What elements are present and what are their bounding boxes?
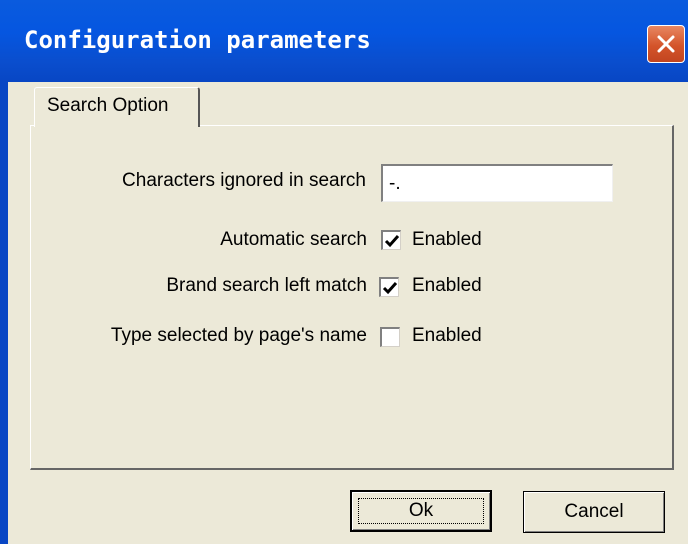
focus-rect [358, 498, 484, 524]
cancel-label: Cancel [564, 501, 624, 522]
ignored-chars-input[interactable] [381, 164, 613, 202]
title-bar[interactable]: Configuration parameters [0, 0, 688, 82]
automatic-search-label: Automatic search [220, 229, 367, 250]
automatic-search-enabled-label[interactable]: Enabled [412, 229, 482, 251]
ignored-chars-label: Characters ignored in search [122, 170, 366, 191]
type-selected-checkbox[interactable] [380, 327, 400, 347]
brand-search-checkbox[interactable] [379, 277, 399, 297]
checkmark-icon [382, 282, 398, 295]
checkmark-icon [384, 235, 400, 248]
type-selected-enabled-label[interactable]: Enabled [412, 325, 482, 347]
close-button[interactable] [647, 25, 685, 63]
close-icon [657, 35, 675, 53]
brand-search-label: Brand search left match [166, 275, 367, 296]
type-selected-label: Type selected by page's name [110, 325, 367, 346]
tab-label: Search Option [47, 95, 169, 116]
ok-button[interactable]: Ok [350, 490, 492, 532]
tab-search-option[interactable]: Search Option [34, 87, 200, 127]
brand-search-enabled-label[interactable]: Enabled [412, 275, 482, 297]
cancel-button[interactable]: Cancel [523, 491, 665, 533]
window-frame [0, 82, 8, 544]
window-title: Configuration parameters [24, 26, 371, 54]
automatic-search-checkbox[interactable] [381, 230, 401, 250]
